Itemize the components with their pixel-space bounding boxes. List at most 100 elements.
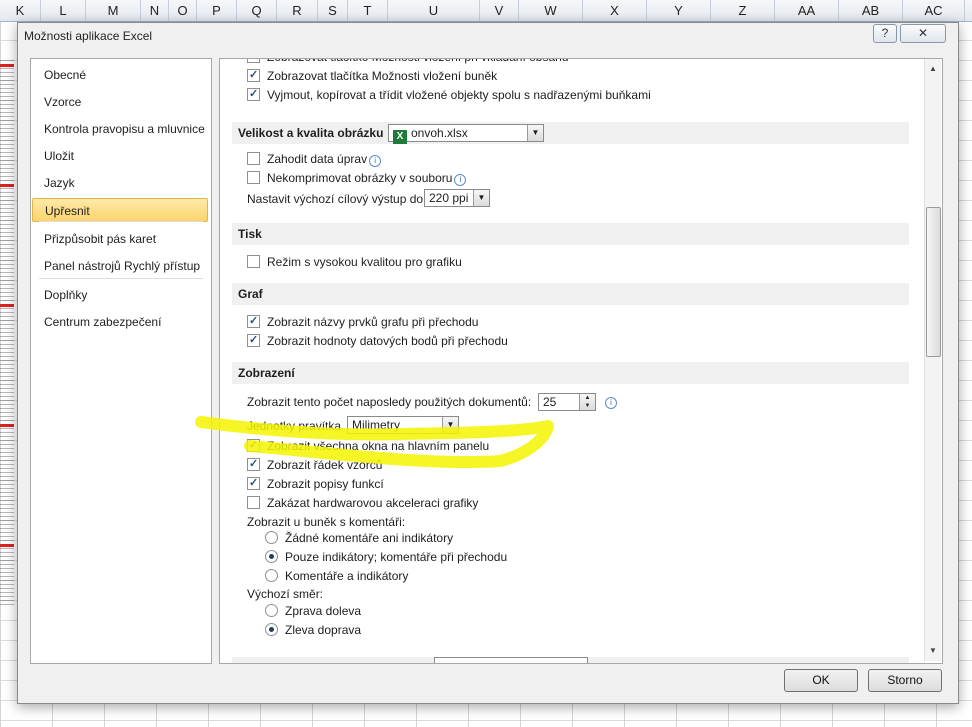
partial-combo[interactable] (434, 657, 588, 663)
checkbox-label: Zahodit data úprav (267, 152, 368, 166)
help-icon: ? (881, 26, 889, 40)
column-header-s[interactable]: S (318, 0, 348, 21)
checkbox[interactable] (247, 455, 260, 473)
nav-item-9[interactable]: Centrum zabezpečení (32, 310, 208, 334)
checkbox-row[interactable]: Nekomprimovat obrázky v souboru i (247, 169, 467, 187)
recent-docs-value: 25 (543, 395, 557, 409)
checkbox[interactable] (247, 496, 260, 509)
ruler-units-label: Jednotky pravítka (247, 419, 342, 433)
checkbox-row[interactable]: Zakázat hardwarovou akceleraci grafiky (247, 494, 478, 512)
close-button[interactable]: ✕ (900, 24, 946, 43)
nav-separator (39, 221, 203, 222)
column-header-aa[interactable]: AA (775, 0, 839, 21)
info-icon: i (605, 397, 617, 409)
radio-row[interactable]: Pouze indikátory; komentáře při přechodu (265, 548, 507, 566)
column-header-u[interactable]: U (388, 0, 480, 21)
ruler-units-combo-value: Milimetry (352, 418, 400, 432)
column-header-z[interactable]: Z (711, 0, 775, 21)
radio-button[interactable] (265, 604, 278, 617)
ok-button[interactable]: OK (784, 669, 858, 692)
radio-button[interactable] (265, 569, 278, 582)
nav-item-1[interactable]: Vzorce (32, 90, 208, 114)
scroll-up-icon[interactable]: ▲ (925, 61, 941, 77)
ppi-combo-value: 220 ppi (429, 191, 469, 205)
column-header-w[interactable]: W (519, 0, 583, 21)
nav-item-8[interactable]: Doplňky (32, 283, 208, 307)
checkbox[interactable] (247, 312, 260, 330)
checkbox-row[interactable]: Zobrazovat tlačítko Možnosti vložení při… (247, 59, 569, 66)
checkbox-row[interactable]: Zobrazit řádek vzorců (247, 455, 382, 474)
checkbox[interactable] (247, 85, 260, 103)
section-display: Zobrazení (232, 362, 909, 384)
checkbox-row[interactable]: Zobrazit hodnoty datových bodů při přech… (247, 331, 508, 350)
cancel-button[interactable]: Storno (868, 669, 942, 692)
radio-button[interactable] (265, 623, 278, 636)
dialog-title-bar: Možnosti aplikace Excel ? ✕ (18, 23, 958, 49)
column-header-q[interactable]: Q (237, 0, 277, 21)
checkbox-row[interactable]: Zobrazovat tlačítka Možnosti vložení bun… (247, 66, 497, 85)
info-icon: i (369, 155, 382, 167)
column-header-v[interactable]: V (480, 0, 519, 21)
column-header-y[interactable]: Y (647, 0, 711, 21)
radio-button[interactable] (265, 550, 278, 563)
nav-item-4[interactable]: Jazyk (32, 171, 208, 195)
ppi-combo[interactable]: 220 ppi ▼ (424, 189, 490, 207)
dropdown-arrow-icon[interactable]: ▼ (442, 417, 458, 433)
section-chart: Graf (232, 283, 909, 305)
checkbox[interactable] (247, 331, 260, 349)
checkbox[interactable] (247, 66, 260, 84)
nav-item-5[interactable]: Upřesnit (32, 198, 208, 222)
nav-separator (39, 278, 203, 279)
column-header-n[interactable]: N (141, 0, 169, 21)
radio-row[interactable]: Žádné komentáře ani indikátory (265, 529, 453, 547)
column-header-l[interactable]: L (41, 0, 86, 21)
checkbox[interactable] (247, 255, 260, 268)
options-content: Zobrazovat tlačítko Možnosti vložení při… (219, 58, 943, 664)
scroll-thumb[interactable] (926, 207, 941, 357)
column-header-o[interactable]: O (169, 0, 197, 21)
nav-item-6[interactable]: Přizpůsobit pás karet (32, 227, 208, 251)
checkbox[interactable] (247, 59, 260, 65)
checkbox[interactable] (247, 436, 260, 454)
checkbox-row[interactable]: Zobrazit názvy prvků grafu při přechodu (247, 312, 478, 331)
radio-row[interactable]: Zprava doleva (265, 602, 361, 620)
info-icon: i (454, 174, 467, 186)
checkbox-row[interactable]: Vyjmout, kopírovat a třídit vložené obje… (247, 85, 651, 104)
column-header-k[interactable]: K (0, 0, 41, 21)
column-header-t[interactable]: T (348, 0, 388, 21)
checkbox-row[interactable]: Režim s vysokou kvalitou pro grafiku (247, 253, 462, 271)
column-header-m[interactable]: M (86, 0, 141, 21)
ppi-label: Nastavit výchozí cílový výstup do: (247, 192, 427, 206)
red-mark (0, 184, 14, 187)
help-button[interactable]: ? (873, 24, 897, 43)
column-header-ac[interactable]: AC (903, 0, 965, 21)
spinner-arrows-icon[interactable]: ▲ ▼ (579, 394, 595, 410)
checkbox-row[interactable]: Zobrazit všechna okna na hlavním panelu (247, 436, 489, 455)
checkbox-row[interactable]: Zahodit data úprav i (247, 150, 382, 168)
nav-item-7[interactable]: Panel nástrojů Rychlý přístup (32, 254, 208, 278)
nav-item-2[interactable]: Kontrola pravopisu a mluvnice (32, 117, 208, 141)
dropdown-arrow-icon[interactable]: ▼ (527, 125, 543, 141)
checkbox[interactable] (247, 152, 260, 165)
column-header-r[interactable]: R (277, 0, 318, 21)
image-file-combo[interactable]: Xonvoh.xlsx ▼ (388, 124, 544, 144)
checkbox-label: Zobrazit hodnoty datových bodů při přech… (267, 334, 508, 348)
radio-row[interactable]: Komentáře a indikátory (265, 567, 408, 585)
checkbox-row[interactable]: Zobrazit popisy funkcí (247, 474, 384, 493)
column-header-p[interactable]: P (197, 0, 237, 21)
recent-docs-spinner[interactable]: 25 ▲ ▼ (538, 393, 596, 411)
checkbox[interactable] (247, 474, 260, 492)
column-header-ab[interactable]: AB (839, 0, 903, 21)
nav-item-0[interactable]: Obecné (32, 63, 208, 87)
checkbox-label: Zakázat hardwarovou akceleraci grafiky (267, 496, 479, 510)
radio-row[interactable]: Zleva doprava (265, 621, 361, 639)
scroll-down-icon[interactable]: ▼ (925, 643, 941, 659)
dropdown-arrow-icon[interactable]: ▼ (473, 190, 489, 206)
radio-button[interactable] (265, 531, 278, 544)
nav-item-3[interactable]: Uložit (32, 144, 208, 168)
checkbox[interactable] (247, 171, 260, 184)
vertical-scrollbar[interactable]: ▲ ▼ (924, 59, 941, 661)
column-header-x[interactable]: X (583, 0, 647, 21)
ruler-units-combo[interactable]: Milimetry ▼ (347, 416, 459, 434)
checkbox-label: Zobrazovat tlačítko Možnosti vložení při… (267, 59, 569, 64)
